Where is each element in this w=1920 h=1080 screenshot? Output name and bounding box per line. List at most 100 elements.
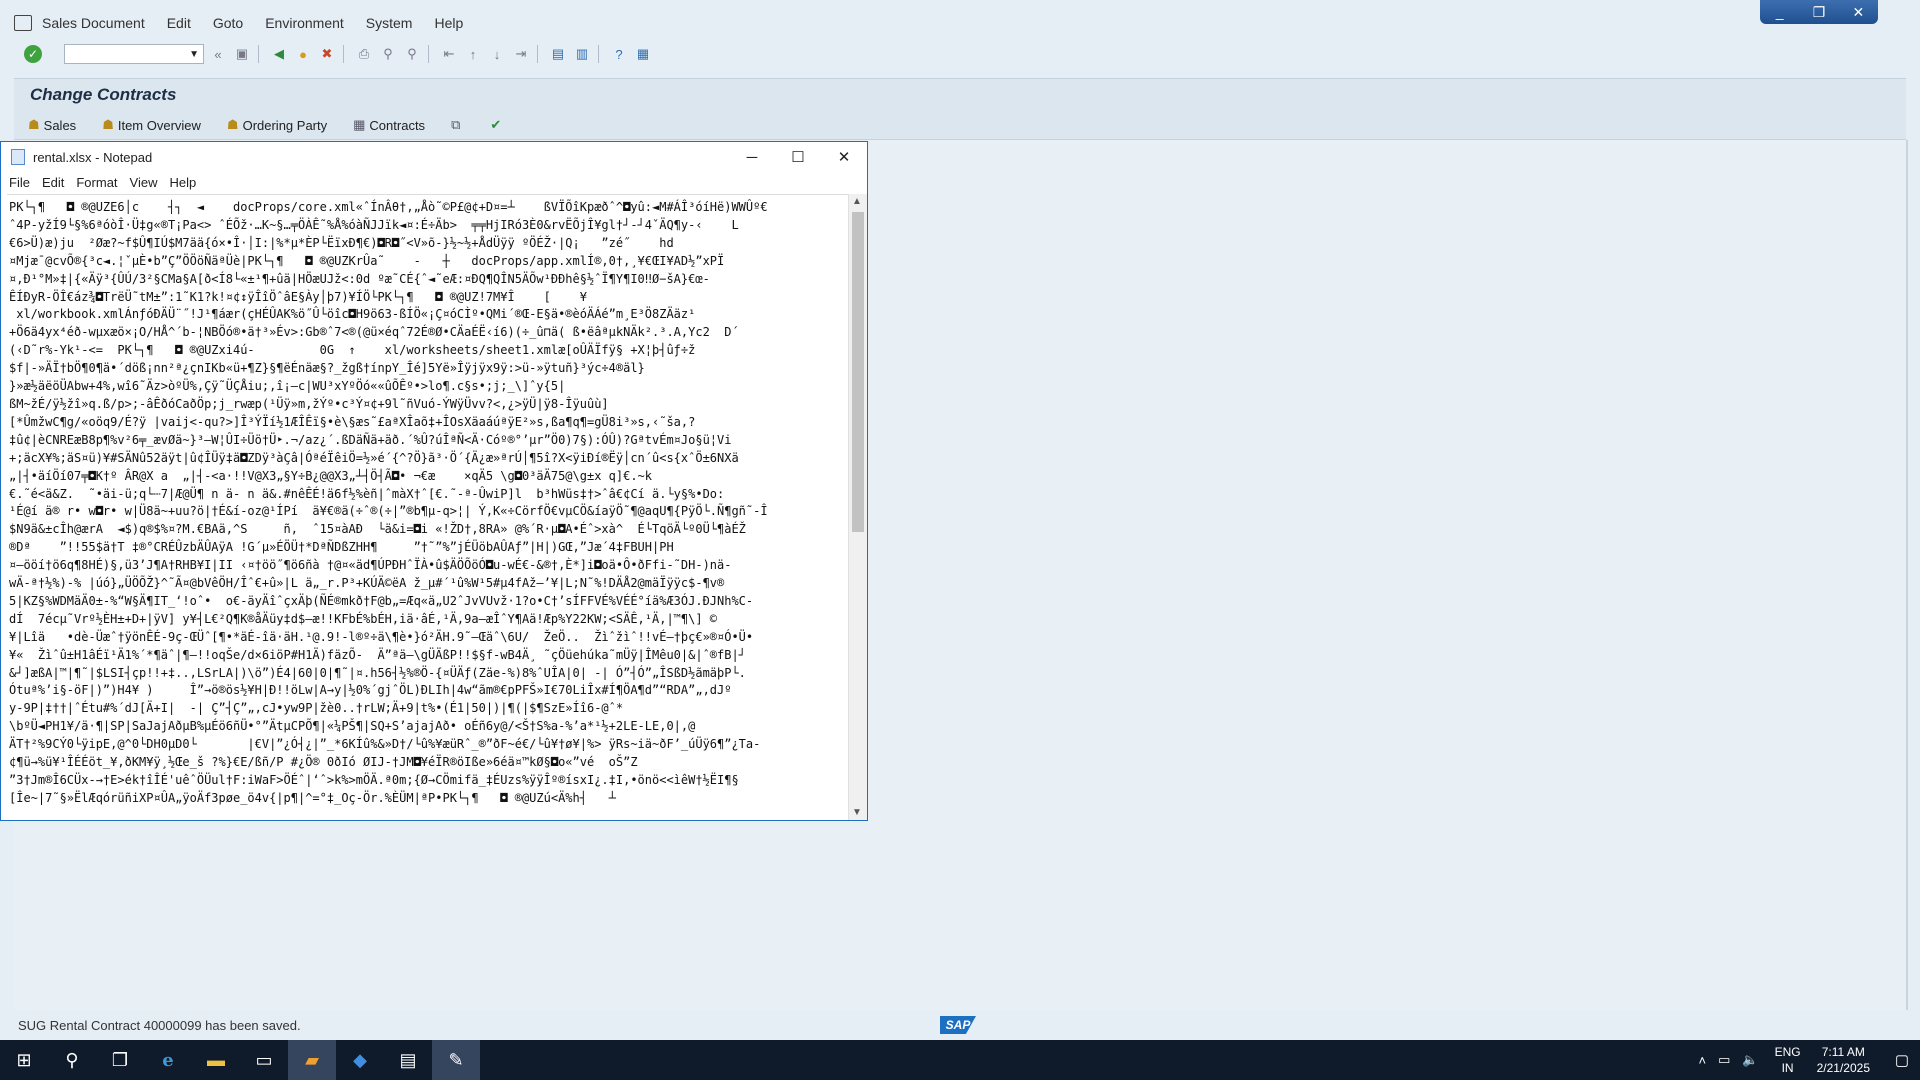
language-region: IN (1781, 1061, 1794, 1075)
clock-time: 7:11 AM (1821, 1045, 1865, 1059)
menu-environment[interactable]: Environment (265, 15, 344, 31)
start-windows-icon[interactable]: ⊞ (0, 1040, 48, 1080)
item-overview-button[interactable]: ☗ Item Overview (102, 117, 201, 133)
find-next-icon[interactable]: ⚲ (402, 44, 422, 64)
check-delete-button[interactable]: ✔ (490, 117, 505, 133)
scroll-up-icon[interactable]: ▲ (852, 196, 862, 207)
help-icon[interactable]: ? (609, 44, 629, 64)
volume-muted-icon[interactable]: 🔈 (1742, 1052, 1758, 1068)
person-icon: ☗ (102, 117, 114, 132)
notepad-menu-file[interactable]: File (9, 175, 30, 190)
person-icon: ☗ (28, 117, 40, 132)
cancel-icon[interactable]: ✖ (317, 44, 337, 64)
menu-goto[interactable]: Goto (213, 15, 243, 31)
scrollbar-thumb[interactable] (852, 212, 864, 532)
table-icon: ▦ (353, 117, 366, 132)
minimize-button[interactable]: _ (1769, 4, 1791, 20)
copy-icon: ⧉ (451, 117, 461, 132)
notepad-vertical-scrollbar[interactable]: ▲ ▼ (848, 194, 867, 820)
standard-toolbar: ✓ ▼ « ▣ ◀ ● ✖ ⎙ ⚲ ⚲ ⇤ ↑ ↓ ⇥ ▤ ▥ ? ▦ (0, 40, 1920, 68)
menu-help[interactable]: Help (434, 15, 463, 31)
check-delete-icon: ✔ (490, 117, 502, 132)
notepad-title-bar[interactable]: rental.xlsx - Notepad ─ ☐ ✕ (1, 142, 867, 172)
system-tray: ˄ ▭ 🔈 ENG IN 7:11 AM 2/21/2025 ▢ (1693, 1044, 1920, 1076)
item-overview-button-label: Item Overview (117, 117, 201, 133)
notifications-icon[interactable]: ▢ (1884, 1051, 1920, 1069)
notepad-menu-edit[interactable]: Edit (42, 175, 64, 190)
notepad-menu-view[interactable]: View (130, 175, 158, 190)
last-page-icon[interactable]: ⇥ (511, 44, 531, 64)
toolbar-separator (537, 45, 538, 63)
first-page-icon[interactable]: ⇤ (439, 44, 459, 64)
close-button[interactable]: ✕ (1847, 4, 1869, 21)
chevron-down-icon[interactable]: ▼ (189, 49, 199, 60)
notepad-title: rental.xlsx - Notepad (33, 149, 153, 165)
save-icon[interactable]: ▣ (232, 44, 252, 64)
status-message[interactable]: SUG Rental Contract 40000099 has been sa… (18, 1018, 301, 1033)
sales-button[interactable]: ☗ Sales (28, 117, 76, 133)
ordering-party-button-label: Ordering Party (242, 117, 328, 133)
notepad-text-area[interactable]: PK└┐¶ ◘ ®@UZE6│c ┤┐ ◄ docProps/core.xml«… (7, 194, 849, 813)
notepad-icon (11, 149, 25, 165)
chevron-up-icon[interactable]: ˄ (1699, 1053, 1707, 1068)
visual-studio-code-icon[interactable]: ◆ (336, 1040, 384, 1080)
window-controls: _ ❐ ✕ (1760, 0, 1878, 24)
restore-button[interactable]: ❐ (1808, 4, 1830, 21)
status-bar: SUG Rental Contract 40000099 has been sa… (0, 1012, 1920, 1038)
task-view-icon[interactable]: ❐ (96, 1040, 144, 1080)
screen-title-bar: Change Contracts (14, 78, 1906, 111)
notepad-content: PK└┐¶ ◘ ®@UZE6│c ┤┐ ◄ docProps/core.xml«… (9, 200, 768, 805)
contracts-button-label: Contracts (369, 117, 426, 133)
double-chevron-left-icon[interactable]: « (208, 44, 228, 64)
network-icon[interactable]: ▭ (1718, 1052, 1730, 1068)
toolbar-separator (428, 45, 429, 63)
sales-button-label: Sales (43, 117, 77, 133)
notepad-menu-help[interactable]: Help (169, 175, 196, 190)
notepad-window: rental.xlsx - Notepad ─ ☐ ✕ File Edit Fo… (0, 141, 868, 821)
contracts-button[interactable]: ▦ Contracts (353, 117, 425, 133)
sap-logo: SAP (940, 1016, 976, 1034)
page-title: Change Contracts (30, 85, 177, 104)
application-toolbar: ☗ Sales ☗ Item Overview ☗ Ordering Party… (14, 111, 1906, 140)
toolbar-separator (258, 45, 259, 63)
file-explorer-icon[interactable]: ▬ (192, 1040, 240, 1080)
next-page-icon[interactable]: ↓ (487, 44, 507, 64)
back-icon[interactable]: ◀ (269, 44, 289, 64)
toolbar-separator (343, 45, 344, 63)
previous-page-icon[interactable]: ↑ (463, 44, 483, 64)
toolbar-separator (598, 45, 599, 63)
notepad-maximize-icon[interactable]: ☐ (775, 148, 821, 166)
scroll-down-icon[interactable]: ▼ (852, 807, 862, 818)
clock[interactable]: 7:11 AM 2/21/2025 (1817, 1044, 1870, 1076)
enter-check-icon[interactable]: ✓ (24, 45, 42, 63)
copy-button[interactable]: ⧉ (451, 117, 464, 133)
notepad-taskbar-icon[interactable]: ✎ (432, 1040, 480, 1080)
language-code: ENG (1774, 1045, 1801, 1059)
menu-sales-document[interactable]: Sales Document (42, 15, 145, 31)
person-icon: ☗ (226, 117, 239, 132)
layout-menu-icon[interactable]: ▦ (633, 44, 653, 64)
sap-gui-window-icon[interactable]: ▤ (384, 1040, 432, 1080)
find-icon[interactable]: ⚲ (378, 44, 398, 64)
shortcut-icon[interactable]: ▥ (572, 44, 592, 64)
menu-system[interactable]: System (366, 15, 413, 31)
notepad-menu-format[interactable]: Format (76, 175, 117, 190)
menu-icon[interactable] (14, 15, 32, 31)
search-icon[interactable]: ⚲ (48, 1040, 96, 1080)
language-indicator[interactable]: ENG IN (1775, 1044, 1801, 1076)
menu-edit[interactable]: Edit (167, 15, 191, 31)
ordering-party-button[interactable]: ☗ Ordering Party (227, 117, 327, 133)
command-prompt-icon[interactable]: ▭ (240, 1040, 288, 1080)
sap-logon-icon[interactable]: ▰ (288, 1040, 336, 1080)
new-session-icon[interactable]: ▤ (548, 44, 568, 64)
command-field[interactable]: ▼ (64, 44, 204, 64)
notepad-minimize-icon[interactable]: ─ (729, 149, 775, 166)
exit-icon[interactable]: ● (293, 44, 313, 64)
notepad-close-icon[interactable]: ✕ (821, 148, 867, 166)
content-border (1906, 140, 1908, 1010)
internet-explorer-icon[interactable]: e (144, 1040, 192, 1080)
print-icon[interactable]: ⎙ (354, 44, 374, 64)
notepad-menubar: File Edit Format View Help (1, 172, 867, 192)
taskbar: ⊞ ⚲ ❐ e ▬ ▭ ▰ ◆ ▤ ✎ ˄ ▭ 🔈 ENG IN 7:11 AM… (0, 1040, 1920, 1080)
clock-date: 2/21/2025 (1816, 1061, 1870, 1075)
